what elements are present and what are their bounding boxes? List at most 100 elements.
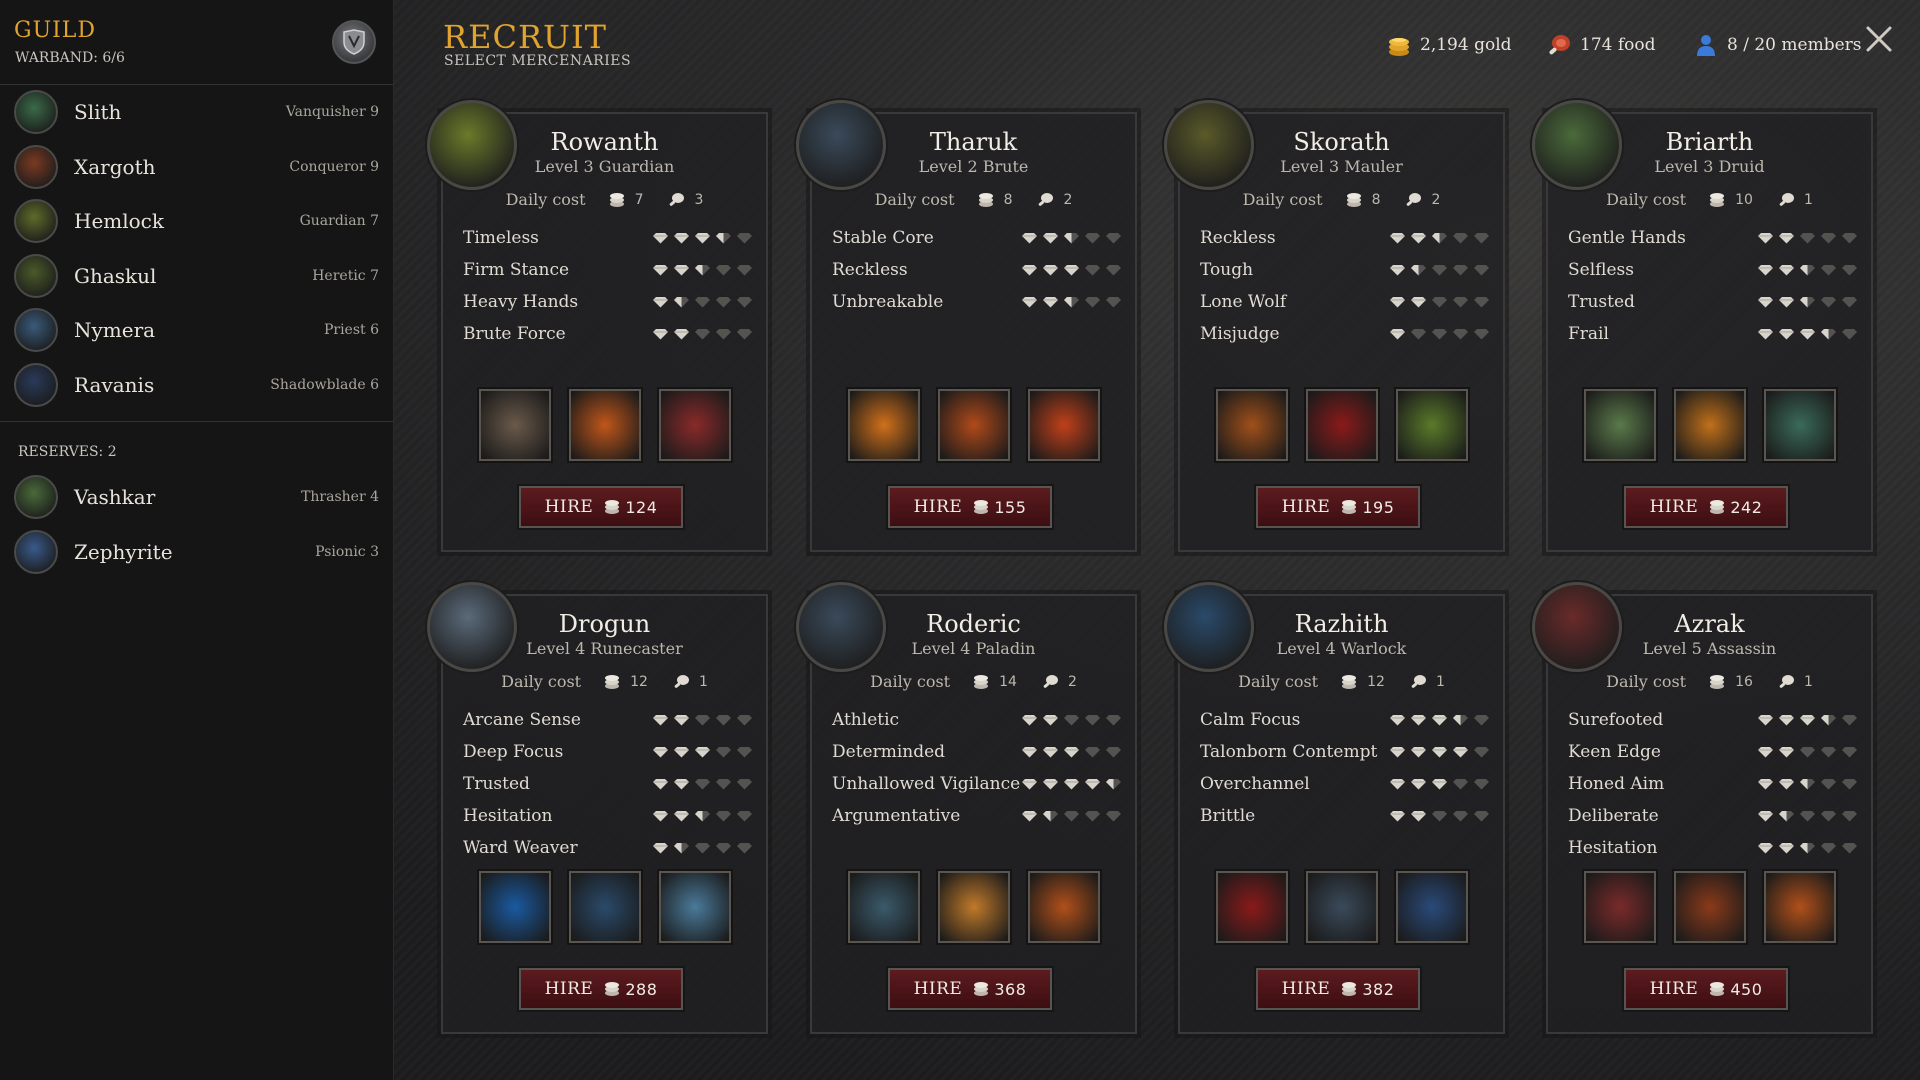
trait-row[interactable]: Arcane Sense bbox=[463, 704, 753, 736]
trait-row[interactable]: Reckless bbox=[1200, 222, 1490, 254]
mercenary-card-razhith[interactable]: Razhith Level 4 Warlock Daily cost 12 1 Calm … bbox=[1164, 582, 1505, 1034]
armored-legs-skill-icon[interactable] bbox=[1306, 871, 1378, 943]
mercenary-name: Roderic bbox=[926, 610, 1021, 638]
trait-row[interactable]: Stable Core bbox=[832, 222, 1122, 254]
close-button[interactable] bbox=[1862, 24, 1896, 58]
trait-row[interactable]: Tough bbox=[1200, 254, 1490, 286]
trait-row[interactable]: Firm Stance bbox=[463, 254, 753, 286]
gem-icon bbox=[1042, 746, 1059, 758]
mercenary-card-drogun[interactable]: Drogun Level 4 Runecaster Daily cost 12 1 Arc… bbox=[427, 582, 768, 1034]
rending-strike-skill-icon[interactable] bbox=[659, 389, 731, 461]
trait-row[interactable]: Argumentative bbox=[832, 800, 1122, 832]
trait-name: Misjudge bbox=[1200, 324, 1280, 344]
roster-member-xargoth[interactable]: Xargoth Conqueror 9 bbox=[0, 140, 393, 195]
roster-member-ravanis[interactable]: Ravanis Shadowblade 6 bbox=[0, 358, 393, 413]
trait-row[interactable]: Talonborn Contempt bbox=[1200, 736, 1490, 768]
gem-icon bbox=[1084, 296, 1101, 308]
gem-icon bbox=[1841, 810, 1858, 822]
venom-spit-skill-icon[interactable] bbox=[1396, 389, 1468, 461]
hire-button[interactable]: HIRE 124 bbox=[519, 486, 683, 528]
trait-row[interactable]: Calm Focus bbox=[1200, 704, 1490, 736]
trait-row[interactable]: Hesitation bbox=[1568, 832, 1858, 864]
hire-button[interactable]: HIRE 288 bbox=[519, 968, 683, 1010]
mercenary-card-skorath[interactable]: Skorath Level 3 Mauler Daily cost 8 2 Reckles… bbox=[1164, 100, 1505, 552]
trait-row[interactable]: Brute Force bbox=[463, 318, 753, 350]
mercenary-card-rowanth[interactable]: Rowanth Level 3 Guardian Daily cost 7 3 Timel… bbox=[427, 100, 768, 552]
trait-row[interactable]: Overchannel bbox=[1200, 768, 1490, 800]
gem-icon bbox=[1389, 232, 1406, 244]
trait-row[interactable]: Keen Edge bbox=[1568, 736, 1858, 768]
mercenary-card-tharuk[interactable]: Tharuk Level 2 Brute Daily cost 8 2 Stable Co… bbox=[796, 100, 1137, 552]
roster-member-hemlock[interactable]: Hemlock Guardian 7 bbox=[0, 194, 393, 249]
gauntlet-block-skill-icon[interactable] bbox=[848, 871, 920, 943]
trait-row[interactable]: Trusted bbox=[1568, 286, 1858, 318]
hire-button[interactable]: HIRE 195 bbox=[1256, 486, 1420, 528]
blood-claws-skill-icon[interactable] bbox=[1306, 389, 1378, 461]
frost-rune-skill-icon[interactable] bbox=[479, 871, 551, 943]
trait-row[interactable]: Frail bbox=[1568, 318, 1858, 350]
gem-icon bbox=[1410, 778, 1427, 790]
sprouting-seed-skill-icon[interactable] bbox=[1584, 389, 1656, 461]
trait-row[interactable]: Trusted bbox=[463, 768, 753, 800]
rune-burst-skill-icon[interactable] bbox=[569, 871, 641, 943]
trait-row[interactable]: Unbreakable bbox=[832, 286, 1122, 318]
hire-button[interactable]: HIRE 450 bbox=[1624, 968, 1788, 1010]
gold-amount: 2,194 gold bbox=[1420, 35, 1512, 55]
trait-row[interactable]: Misjudge bbox=[1200, 318, 1490, 350]
burning-aura-skill-icon[interactable] bbox=[1674, 389, 1746, 461]
hire-button[interactable]: HIRE 155 bbox=[888, 486, 1052, 528]
guild-emblem-icon[interactable] bbox=[332, 20, 376, 64]
mercenary-card-roderic[interactable]: Roderic Level 4 Paladin Daily cost 14 2 Athle… bbox=[796, 582, 1137, 1034]
ice-crystals-skill-icon[interactable] bbox=[659, 871, 731, 943]
blood-orb-skill-icon[interactable] bbox=[1216, 871, 1288, 943]
inferno-slash-skill-icon[interactable] bbox=[1028, 389, 1100, 461]
trait-row[interactable]: Reckless bbox=[832, 254, 1122, 286]
trait-row[interactable]: Heavy Hands bbox=[463, 286, 753, 318]
shadow-strike-skill-icon[interactable] bbox=[1396, 871, 1468, 943]
coin-icon bbox=[1708, 192, 1726, 208]
trait-row[interactable]: Brittle bbox=[1200, 800, 1490, 832]
roster-member-zephyrite[interactable]: Zephyrite Psionic 3 bbox=[0, 525, 393, 580]
roster-member-ghaskul[interactable]: Ghaskul Heretic 7 bbox=[0, 249, 393, 304]
claw-swipe-skill-icon[interactable] bbox=[1216, 389, 1288, 461]
members-count: 8 / 20 members bbox=[1727, 35, 1862, 55]
mercenary-card-azrak[interactable]: Azrak Level 5 Assassin Daily cost 16 1 Surefo… bbox=[1532, 582, 1873, 1034]
hire-button[interactable]: HIRE 242 bbox=[1624, 486, 1788, 528]
trait-row[interactable]: Ward Weaver bbox=[463, 832, 753, 864]
trait-row[interactable]: Lone Wolf bbox=[1200, 286, 1490, 318]
fire-claws-skill-icon[interactable] bbox=[1764, 871, 1836, 943]
spirit-form-skill-icon[interactable] bbox=[1764, 389, 1836, 461]
trait-row[interactable]: Selfless bbox=[1568, 254, 1858, 286]
hire-button[interactable]: HIRE 368 bbox=[888, 968, 1052, 1010]
trait-row[interactable]: Deliberate bbox=[1568, 800, 1858, 832]
roster-member-nymera[interactable]: Nymera Priest 6 bbox=[0, 303, 393, 358]
holy-sword-skill-icon[interactable] bbox=[1028, 871, 1100, 943]
trait-row[interactable]: Deep Focus bbox=[463, 736, 753, 768]
mercenary-card-briarth[interactable]: Briarth Level 3 Druid Daily cost 10 1 Gentle … bbox=[1532, 100, 1873, 552]
trait-row[interactable]: Timeless bbox=[463, 222, 753, 254]
trait-rating bbox=[1021, 810, 1122, 822]
trait-rating bbox=[1389, 714, 1490, 726]
trait-row[interactable]: Athletic bbox=[832, 704, 1122, 736]
trait-row[interactable]: Hesitation bbox=[463, 800, 753, 832]
roster-member-slith[interactable]: Slith Vanquisher 9 bbox=[0, 85, 393, 140]
gem-icon bbox=[736, 714, 753, 726]
sun-shield-skill-icon[interactable] bbox=[938, 871, 1010, 943]
flame-ring-skill-icon[interactable] bbox=[569, 389, 641, 461]
gem-icon bbox=[1799, 746, 1816, 758]
trident-strike-skill-icon[interactable] bbox=[1584, 871, 1656, 943]
trait-row[interactable]: Determinded bbox=[832, 736, 1122, 768]
food-cost: 1 bbox=[1803, 673, 1813, 690]
trait-row[interactable]: Honed Aim bbox=[1568, 768, 1858, 800]
roster-member-vashkar[interactable]: Vashkar Thrasher 4 bbox=[0, 470, 393, 525]
skill-list bbox=[479, 871, 731, 943]
piercing-bolts-skill-icon[interactable] bbox=[1674, 871, 1746, 943]
shield-bash-skill-icon[interactable] bbox=[479, 389, 551, 461]
hire-button[interactable]: HIRE 382 bbox=[1256, 968, 1420, 1010]
trait-rating bbox=[1389, 328, 1490, 340]
blazing-axe-skill-icon[interactable] bbox=[938, 389, 1010, 461]
fire-punch-skill-icon[interactable] bbox=[848, 389, 920, 461]
trait-row[interactable]: Gentle Hands bbox=[1568, 222, 1858, 254]
trait-row[interactable]: Surefooted bbox=[1568, 704, 1858, 736]
trait-row[interactable]: Unhallowed Vigilance bbox=[832, 768, 1122, 800]
